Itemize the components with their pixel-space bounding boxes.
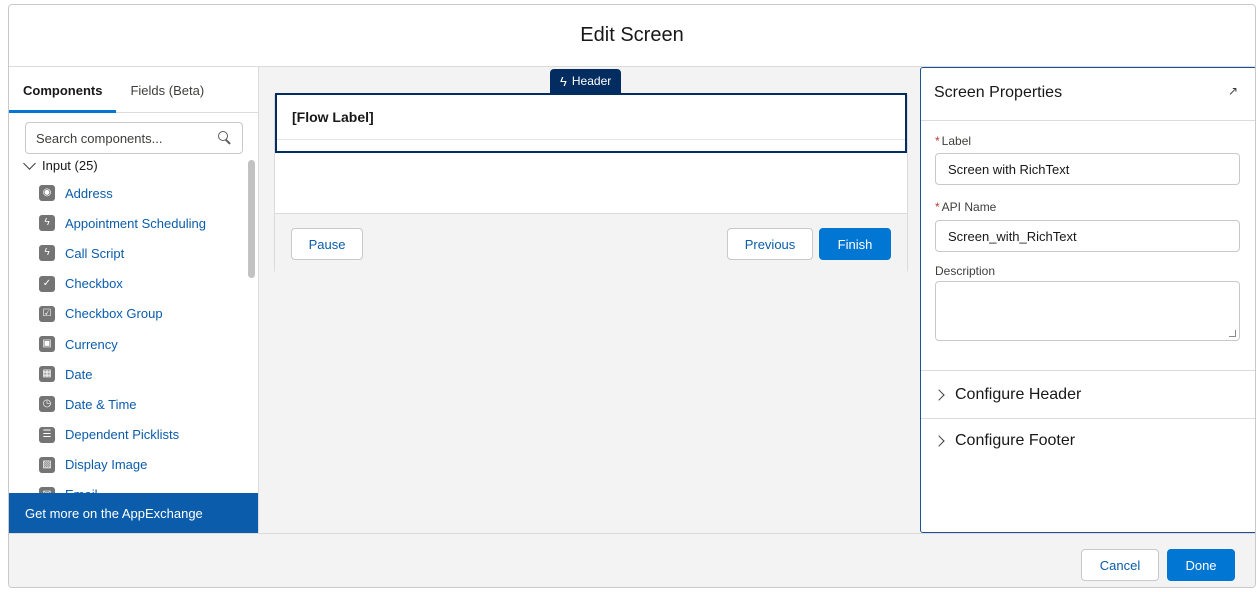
label-field-label: * Label <box>935 134 971 148</box>
component-item[interactable]: ϟ Appointment Scheduling <box>39 208 239 238</box>
section-label: Configure Footer <box>955 432 1076 449</box>
required-marker: * <box>935 134 940 148</box>
screen-header-section[interactable]: [Flow Label] <box>275 93 907 153</box>
checkbox-icon: ✓ <box>39 275 55 292</box>
search-placeholder: Search components... <box>36 130 163 146</box>
header-tag-label: Header <box>571 74 612 88</box>
location-pin-icon: ◉ <box>39 185 55 202</box>
screen-footer-section[interactable]: Pause Previous Finish <box>275 213 907 273</box>
component-label: Dependent Picklists <box>65 427 180 443</box>
component-item[interactable]: ▦ Date <box>39 359 239 389</box>
component-item[interactable]: ▨ Display Image <box>39 450 239 480</box>
api-name-field-label-text: API Name <box>941 200 997 214</box>
modal-title: Edit Screen <box>9 5 1255 67</box>
component-label: Display Image <box>65 457 148 473</box>
label-input[interactable]: Screen with RichText <box>935 153 1240 185</box>
header-tag[interactable]: ϟ Header <box>550 69 622 93</box>
component-label: Checkbox <box>65 276 123 292</box>
component-label: Appointment Scheduling <box>65 215 206 231</box>
divider <box>277 139 905 140</box>
calendar-icon: ▦ <box>39 366 55 383</box>
chevron-right-icon <box>933 435 945 447</box>
tab-fields-beta[interactable]: Fields (Beta) <box>116 67 218 113</box>
label-field-label-text: Label <box>941 134 972 148</box>
tab-components[interactable]: Components <box>9 67 117 113</box>
bolt-icon: ϟ <box>39 245 55 262</box>
finish-button[interactable]: Finish <box>819 228 891 260</box>
cancel-button[interactable]: Cancel <box>1081 549 1159 581</box>
api-name-field-label: * API Name <box>935 200 996 214</box>
component-label: Checkbox Group <box>65 306 163 322</box>
panel-tabs: Components Fields (Beta) <box>9 67 258 113</box>
pause-button[interactable]: Pause <box>291 228 363 260</box>
component-label: Date <box>65 366 93 382</box>
configure-header-section[interactable]: Configure Header <box>933 386 1082 404</box>
image-icon: ▨ <box>39 456 55 473</box>
previous-button[interactable]: Previous <box>727 228 813 260</box>
component-item[interactable]: ◉ Address <box>39 178 239 208</box>
component-item[interactable]: ◷ Date & Time <box>39 389 239 419</box>
scrollbar[interactable] <box>248 160 255 278</box>
component-item[interactable]: ϟ Call Script <box>39 238 239 268</box>
appexchange-link[interactable]: Get more on the AppExchange <box>9 493 258 533</box>
search-input[interactable]: Search components... <box>25 122 243 154</box>
properties-title: Screen Properties <box>934 84 1063 101</box>
component-list: ◉ Address ϟ Appointment Scheduling ϟ Call Scr… <box>39 178 239 510</box>
expand-icon[interactable] <box>1228 84 1240 100</box>
checkbox-group-icon: ☑ <box>39 305 55 322</box>
description-field-label: Description <box>935 264 996 278</box>
component-item[interactable]: ✓ Checkbox <box>39 269 239 299</box>
api-name-input[interactable]: Screen_with_RichText <box>935 220 1240 252</box>
configure-footer-section[interactable]: Configure Footer <box>933 432 1076 450</box>
component-item[interactable]: ☑ Checkbox Group <box>39 299 239 329</box>
component-label: Date & Time <box>65 396 137 412</box>
divider <box>921 418 1255 419</box>
component-label: Address <box>65 185 113 201</box>
flow-label: [Flow Label] <box>292 109 374 125</box>
section-label: Configure Header <box>955 386 1082 403</box>
modal-footer: Cancel Done <box>9 533 1255 587</box>
chevron-right-icon <box>933 389 945 401</box>
component-item[interactable]: ☰ Dependent Picklists <box>39 420 239 450</box>
bolt-icon: ϟ <box>39 215 55 232</box>
input-group-toggle[interactable]: Input (25) <box>23 156 98 173</box>
components-panel: Components Fields (Beta) Search componen… <box>9 67 259 533</box>
component-label: Call Script <box>65 245 125 261</box>
screen-canvas: ϟ Header [Flow Label] Pause Previous Fin… <box>259 67 919 533</box>
divider <box>921 370 1255 371</box>
picklist-icon: ☰ <box>39 426 55 443</box>
component-label: Currency <box>65 336 118 352</box>
chevron-down-icon <box>23 156 36 170</box>
done-button[interactable]: Done <box>1167 549 1235 581</box>
edit-screen-modal: Edit Screen Components Fields (Beta) Sea… <box>8 4 1256 588</box>
required-marker: * <box>935 200 940 214</box>
divider <box>921 120 1255 121</box>
currency-icon: ▣ <box>39 336 55 353</box>
screen-properties-panel: Screen Properties *Label Screen with Ric… <box>920 67 1255 533</box>
resize-handle-icon[interactable] <box>1229 330 1236 337</box>
search-icon <box>218 131 232 145</box>
datetime-icon: ◷ <box>39 396 55 413</box>
group-label: Input (25) <box>42 158 98 173</box>
bolt-icon: ϟ <box>560 73 567 89</box>
description-textarea[interactable] <box>935 281 1240 341</box>
component-item[interactable]: ▣ Currency <box>39 329 239 359</box>
